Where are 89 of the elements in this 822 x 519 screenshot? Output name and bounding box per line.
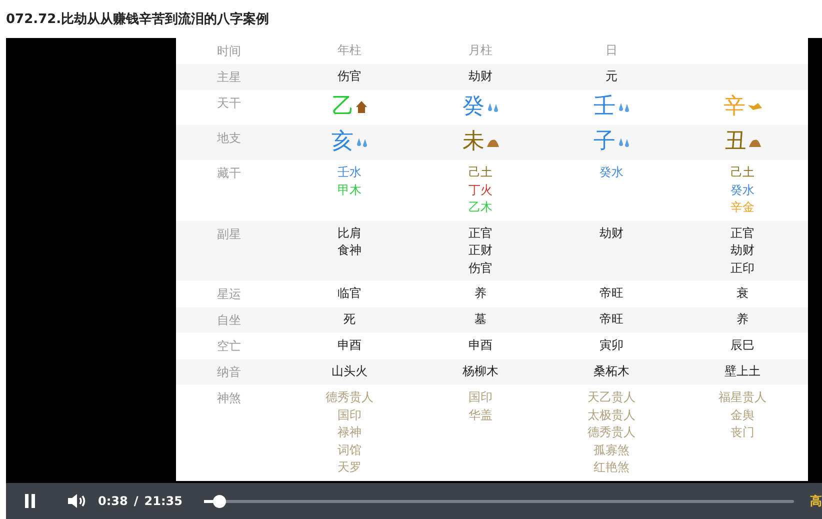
ingot-icon [748,102,762,112]
table-cell-text: 衰 [736,285,748,302]
column-header: 日 [606,42,618,59]
stem-character: 丑 [724,129,746,155]
row-label: 副星 [217,226,241,242]
shensha-text: 德秀贵人 [588,424,636,441]
table-cell-text: 申酉 [338,337,362,354]
table-cell-text: 杨柳木 [462,363,498,380]
table-cell-text: 养 [736,311,748,328]
table-cell-text: 养 [474,285,486,302]
hidden-stem: 己土 [730,164,754,181]
table-cell-text: 元 [606,68,618,85]
hidden-stem: 壬水 [338,164,362,181]
current-time: 0:38 [98,494,128,508]
table-cell-text: 临官 [338,285,362,302]
row-label: 天干 [217,95,241,112]
shensha-text: 国印 [468,389,492,406]
table-cell-text: 死 [344,311,356,328]
table-cell-text: 伤官 [338,68,362,85]
table-cell-text: 伤官 [468,260,492,276]
mound-icon [748,138,760,146]
table-cell-text: 劫财 [730,242,754,259]
quality-button[interactable]: 高 [810,492,822,510]
row-label: 神煞 [217,390,241,407]
hidden-stem: 癸水 [600,164,624,181]
table-cell-text: 墓 [474,311,486,328]
shensha-text: 词馆 [338,442,362,458]
row-label: 时间 [217,43,241,60]
shensha-text: 丧门 [730,424,754,441]
water-drops-icon [486,102,498,112]
stem-character: 壬 [594,94,616,120]
table-cell-text: 食神 [338,242,362,259]
mound-icon [486,138,498,146]
video-title: 072.72.比劫从从赚钱辛苦到流泪的八字案例 [5,10,270,29]
table-cell-text: 山头火 [332,363,368,380]
table-cell-text: 正财 [468,242,492,259]
table-cell-text: 帝旺 [600,285,624,302]
shensha-text: 金舆 [730,406,754,424]
water-drops-icon [618,137,630,147]
shensha-text: 禄神 [338,424,362,441]
table-cell-text: 帝旺 [600,311,624,328]
water-drops-icon [618,102,630,112]
shensha-text: 国印 [338,406,362,424]
row-label: 地支 [217,130,241,147]
shensha-text: 太极贵人 [588,406,636,424]
hidden-stem: 己土 [468,164,492,181]
hidden-stem: 乙木 [468,199,492,216]
table-cell-text: 桑柘木 [594,363,630,380]
table-cell-text: 寅卯 [600,337,624,354]
progress-thumb[interactable] [213,495,226,508]
shensha-text: 红艳煞 [594,459,630,476]
row-label: 纳音 [217,364,241,381]
column-header: 月柱 [468,42,492,59]
time-separator: / [134,494,138,508]
stem-character: 癸 [462,94,484,120]
stem-character: 辛 [724,94,746,120]
row-label: 自坐 [217,312,241,329]
table-cell-text: 正官 [468,224,492,242]
table-cell-text: 壁上土 [724,363,760,380]
table-cell-text: 劫财 [468,68,492,85]
table-cell-text: 比肩 [338,224,362,242]
hidden-stem: 丁火 [468,182,492,198]
stem-character: 未 [462,129,484,155]
hidden-stem: 辛金 [730,199,754,216]
shensha-text: 天罗 [338,459,362,476]
shensha-text: 孤寡煞 [594,442,630,458]
table-cell-text: 申酉 [468,337,492,354]
shensha-text: 华盖 [468,406,492,424]
hidden-stem: 甲木 [338,182,362,198]
hidden-stem: 癸水 [730,182,754,198]
shensha-text: 天乙贵人 [588,389,636,406]
progress-track[interactable] [204,500,794,502]
table-cell-text: 辰巳 [730,337,754,354]
shensha-text: 德秀贵人 [326,389,374,406]
duration: 21:35 [144,494,182,508]
stem-character: 子 [594,129,616,155]
table-cell-text: 正官 [730,224,754,242]
table-cell-text: 劫财 [600,224,624,242]
row-label: 藏干 [217,165,241,182]
table-cell-text: 正印 [730,260,754,276]
row-label: 星运 [217,286,241,303]
hut-icon [356,101,367,113]
stem-character: 亥 [332,129,354,155]
stem-character: 乙 [332,94,354,120]
row-label: 空亡 [217,338,241,355]
column-header: 年柱 [338,42,362,59]
row-label: 主星 [217,69,241,86]
shensha-text: 福星贵人 [718,389,766,406]
water-drops-icon [356,137,368,147]
